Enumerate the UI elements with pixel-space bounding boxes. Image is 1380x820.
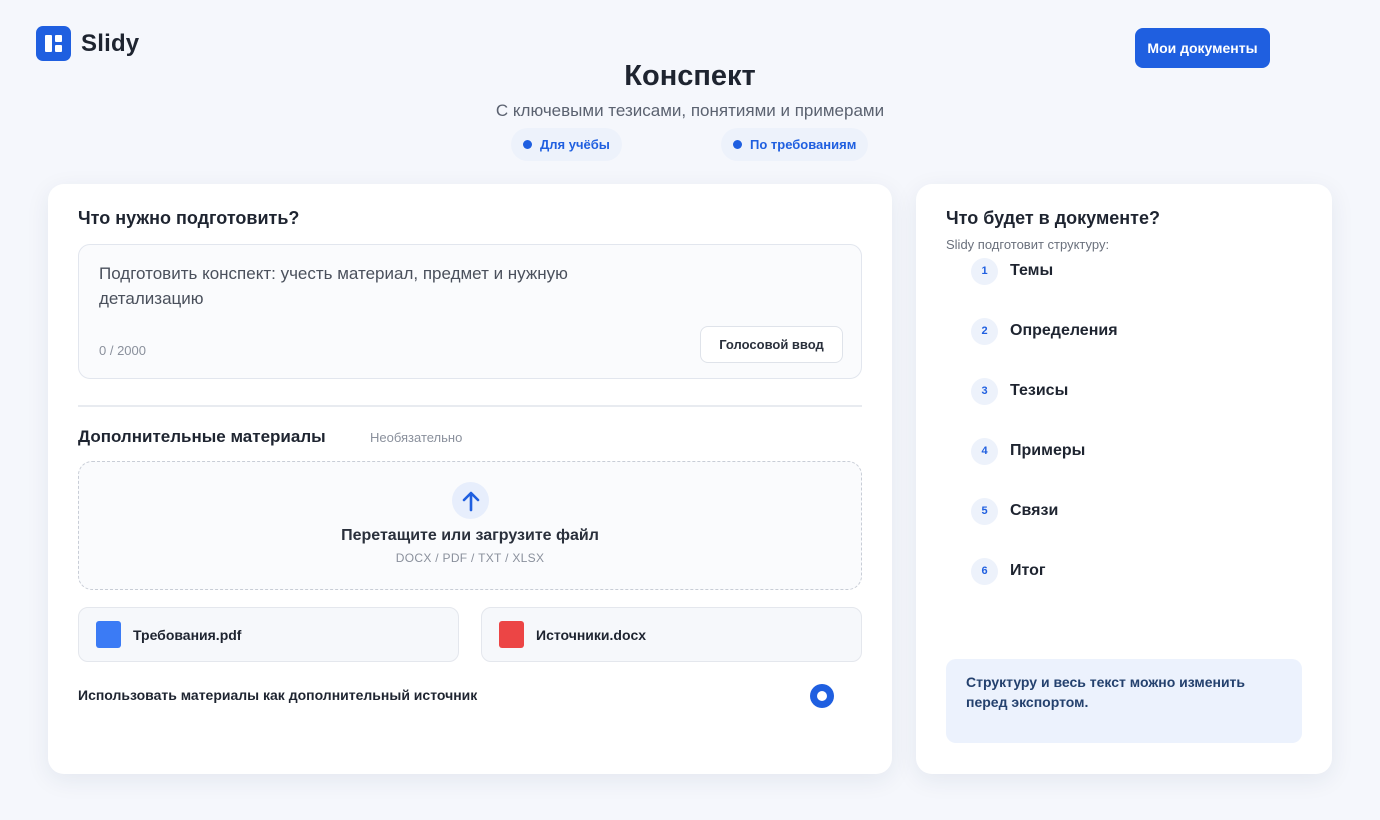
step-label: Тезисы <box>1010 382 1069 399</box>
step-number: 3 <box>971 377 998 405</box>
structure-card: Что будет в документе? Slidy подготовит … <box>916 184 1332 774</box>
structure-item: 4 Примеры <box>971 437 1085 465</box>
file-name: Требования.pdf <box>133 626 242 643</box>
dropzone-types: DOCX / PDF / TXT / XLSX <box>395 551 545 565</box>
pdf-file-icon <box>96 621 121 648</box>
optional-label: Необязательно <box>370 430 463 445</box>
structure-item: 5 Связи <box>971 497 1058 525</box>
step-label: Связи <box>1010 502 1059 519</box>
step-label: Итог <box>1010 562 1046 579</box>
use-materials-label: Использовать материалы как дополнительны… <box>78 687 478 703</box>
materials-title: Дополнительные материалы <box>78 427 326 446</box>
slidy-logo-icon <box>36 26 71 61</box>
use-materials-radio[interactable] <box>810 684 834 708</box>
tag-dot-icon <box>733 140 742 149</box>
file-name: Источники.docx <box>536 626 647 643</box>
tag-label: Для учёбы <box>540 137 610 152</box>
voice-input-button[interactable]: Голосовой ввод <box>700 326 843 363</box>
step-label: Определения <box>1010 322 1118 339</box>
file-item[interactable]: Источники.docx <box>481 607 862 662</box>
structure-item: 6 Итог <box>971 557 1046 585</box>
char-counter: 0 / 2000 <box>99 343 146 358</box>
tag-by-requirements: По требованиям <box>721 128 869 161</box>
step-number: 6 <box>971 557 998 585</box>
docx-file-icon <box>499 621 524 648</box>
file-dropzone[interactable]: Перетащите или загрузите файл DOCX / PDF… <box>78 461 862 590</box>
step-number: 4 <box>971 437 998 465</box>
edit-note: Структуру и весь текст можно изменить пе… <box>946 659 1302 743</box>
step-label: Примеры <box>1010 442 1086 459</box>
structure-item: 2 Определения <box>971 317 1118 345</box>
structure-title: Что будет в документе? <box>946 208 1160 228</box>
page-subtitle: С ключевыми тезисами, понятиями и пример… <box>495 101 885 120</box>
step-number: 2 <box>971 317 998 345</box>
step-label: Темы <box>1010 262 1054 279</box>
step-number: 5 <box>971 497 998 525</box>
divider <box>78 405 862 407</box>
app-name: Slidy <box>81 29 140 57</box>
file-item[interactable]: Требования.pdf <box>78 607 459 662</box>
logo[interactable]: Slidy <box>36 26 139 61</box>
tag-for-study: Для учёбы <box>511 128 622 161</box>
structure-item: 1 Темы <box>971 257 1053 285</box>
structure-item: 3 Тезисы <box>971 377 1068 405</box>
upload-arrow-icon <box>452 482 489 519</box>
request-title: Что нужно подготовить? <box>78 208 300 228</box>
prompt-placeholder: Подготовить конспект: учесть материал, п… <box>99 264 568 308</box>
dropzone-title: Перетащите или загрузите файл <box>341 527 599 544</box>
page-title: Конспект <box>624 60 756 92</box>
structure-subtitle: Slidy подготовит структуру: <box>946 237 1110 252</box>
step-number: 1 <box>971 257 998 285</box>
tag-label: По требованиям <box>750 137 857 152</box>
prompt-textarea[interactable]: Подготовить конспект: учесть материал, п… <box>78 244 862 379</box>
request-card: Что нужно подготовить? Подготовить консп… <box>48 184 892 774</box>
tag-dot-icon <box>523 140 532 149</box>
